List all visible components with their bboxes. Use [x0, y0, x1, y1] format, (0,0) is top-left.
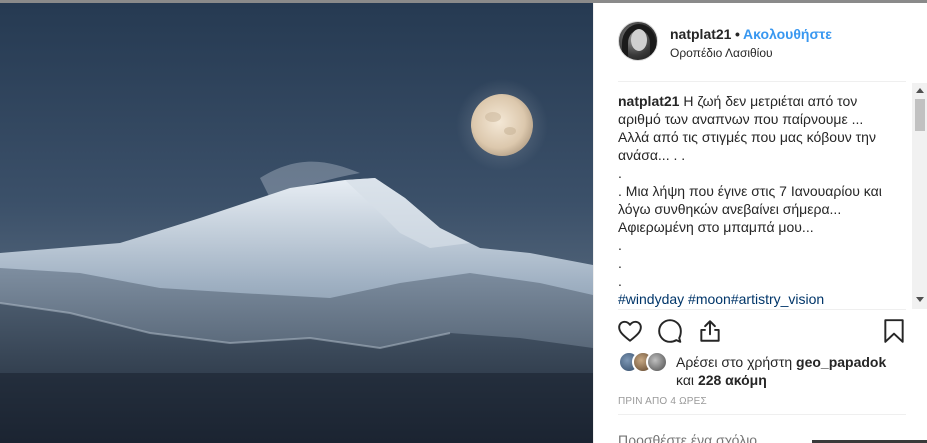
scroll-up-icon[interactable]	[916, 88, 924, 93]
liker-avatars[interactable]	[618, 351, 670, 373]
post-sidebar: natplat21 • Ακολουθήστε Οροπέδιο Λασιθίο…	[593, 3, 927, 443]
separator-dot: •	[735, 26, 740, 42]
username-link[interactable]: natplat21	[670, 26, 731, 42]
share-button[interactable]	[694, 315, 726, 347]
post-photo[interactable]	[0, 3, 593, 443]
scroll-thumb[interactable]	[915, 99, 925, 131]
likes-row: Αρέσει στο χρήστη geo_papadok και 228 ακό…	[618, 348, 914, 388]
save-button[interactable]	[878, 315, 910, 347]
scroll-down-icon[interactable]	[916, 297, 924, 302]
like-button[interactable]	[614, 315, 646, 347]
comment-button[interactable]	[654, 315, 686, 347]
hashtags[interactable]: #windyday #moon#artistry_vision	[618, 290, 888, 308]
share-icon	[700, 320, 720, 342]
caption-username[interactable]: natplat21	[618, 93, 679, 109]
likes-prefix: Αρέσει στο χρήστη	[676, 354, 797, 370]
caption-text: Η ζωή δεν μετριέται από τον αριθμό των α…	[618, 93, 882, 289]
post-header: natplat21 • Ακολουθήστε Οροπέδιο Λασιθίο…	[594, 3, 927, 81]
likes-text: Αρέσει στο χρήστη geo_papadok και 228 ακό…	[676, 353, 916, 389]
location-link[interactable]: Οροπέδιο Λασιθίου	[670, 46, 773, 60]
top-bar	[0, 0, 927, 3]
follow-button[interactable]: Ακολουθήστε	[743, 26, 832, 42]
comment-divider	[618, 414, 906, 415]
comment-input[interactable]	[618, 431, 818, 443]
bookmark-icon	[884, 319, 904, 343]
liker-avatar	[646, 351, 668, 373]
avatar-face	[631, 29, 647, 51]
comment-icon	[658, 319, 682, 343]
photo-scene	[0, 3, 593, 443]
heart-icon	[618, 320, 642, 342]
caption-area: natplat21 Η ζωή δεν μετριέται από τον αρ…	[618, 92, 914, 310]
likes-count-link[interactable]: 228 ακόμη	[698, 372, 767, 388]
likes-user-link[interactable]: geo_papadok	[796, 354, 886, 370]
avatar[interactable]	[618, 21, 658, 61]
header-divider	[618, 81, 906, 82]
caption: natplat21 Η ζωή δεν μετριέται από τον αρ…	[618, 92, 888, 290]
likes-and: και	[676, 372, 698, 388]
post-timestamp[interactable]: ΠΡΙΝ ΑΠΟ 4 ΩΡΕΣ	[618, 396, 707, 407]
actions-divider	[618, 309, 906, 310]
caption-scrollbar[interactable]	[912, 83, 927, 309]
